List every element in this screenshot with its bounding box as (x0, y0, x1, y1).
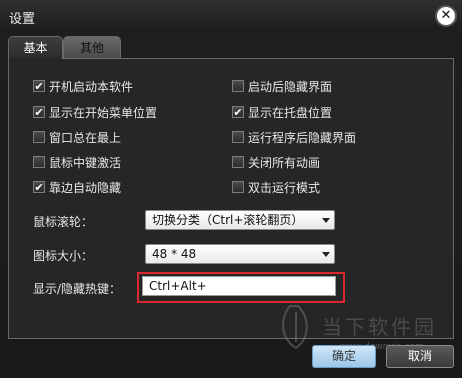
chevron-down-icon (322, 252, 330, 257)
watermark-text: 当下软件园 (322, 315, 437, 339)
tab-basic[interactable]: 基本 (8, 36, 63, 59)
checkbox-always-on-top[interactable]: 窗口总在最上 (33, 129, 121, 145)
checkbox-label: 鼠标中键激活 (49, 155, 122, 170)
checkbox-double-click[interactable]: 双击运行模式 (232, 179, 320, 195)
checkbox-autostart[interactable]: ✔ 开机启动本软件 (33, 78, 133, 94)
checkbox-middle-click[interactable]: 鼠标中键激活 (33, 154, 121, 170)
checkbox-icon[interactable] (33, 131, 45, 143)
checkmark-icon[interactable]: ✔ (33, 181, 45, 193)
checkbox-hide-after-run[interactable]: 运行程序后隐藏界面 (232, 129, 356, 145)
mouse-wheel-label: 鼠标滚轮： (33, 215, 94, 229)
checkbox-label: 关闭所有动画 (248, 155, 321, 170)
checkbox-tray[interactable]: ✔ 显示在托盘位置 (232, 104, 332, 120)
checkbox-icon[interactable] (232, 80, 244, 92)
checkmark-icon[interactable]: ✔ (232, 106, 244, 118)
checkbox-label: 运行程序后隐藏界面 (248, 130, 357, 145)
icon-size-label: 图标大小： (33, 249, 94, 263)
mouse-wheel-select[interactable]: 切换分类（Ctrl+滚轮翻页） (145, 210, 335, 230)
checkbox-label: 双击运行模式 (248, 180, 321, 195)
settings-dialog: 设置 ✕ 基本 其他 ✔ 开机启动本软件 ✔ 显示在开始菜单位置 窗口总在最上 … (0, 0, 462, 378)
checkbox-icon[interactable] (232, 131, 244, 143)
checkbox-label: 窗口总在最上 (49, 130, 122, 145)
icon-size-select[interactable]: 48 * 48 (145, 244, 335, 264)
tab-other[interactable]: 其他 (63, 36, 121, 58)
checkmark-icon[interactable]: ✔ (33, 106, 45, 118)
hotkey-input[interactable]: Ctrl+Alt+ (142, 276, 336, 296)
checkbox-icon[interactable] (232, 181, 244, 193)
checkbox-disable-animations[interactable]: 关闭所有动画 (232, 154, 320, 170)
cancel-button[interactable]: 取消 (386, 345, 454, 368)
checkbox-label: 靠边自动隐藏 (49, 180, 122, 195)
checkbox-start-menu[interactable]: ✔ 显示在开始菜单位置 (33, 104, 157, 120)
hotkey-label: 显示/隐藏热键： (33, 282, 122, 296)
checkbox-label: 显示在托盘位置 (248, 105, 333, 120)
close-icon[interactable]: ✕ (437, 7, 455, 25)
mouse-wheel-value: 切换分类（Ctrl+滚轮翻页） (152, 213, 304, 227)
checkbox-icon[interactable] (232, 156, 244, 168)
ok-button[interactable]: 确定 (312, 345, 376, 368)
checkbox-icon[interactable] (33, 156, 45, 168)
checkbox-label: 启动后隐藏界面 (248, 79, 333, 94)
icon-size-value: 48 * 48 (152, 247, 197, 261)
chevron-down-icon (322, 218, 330, 223)
checkmark-icon[interactable]: ✔ (33, 80, 45, 92)
checkbox-label: 显示在开始菜单位置 (49, 105, 158, 120)
dialog-title: 设置 (9, 12, 36, 27)
checkbox-edge-hide[interactable]: ✔ 靠边自动隐藏 (33, 179, 121, 195)
checkbox-label: 开机启动本软件 (49, 79, 134, 94)
checkbox-hide-after-start[interactable]: 启动后隐藏界面 (232, 78, 332, 94)
